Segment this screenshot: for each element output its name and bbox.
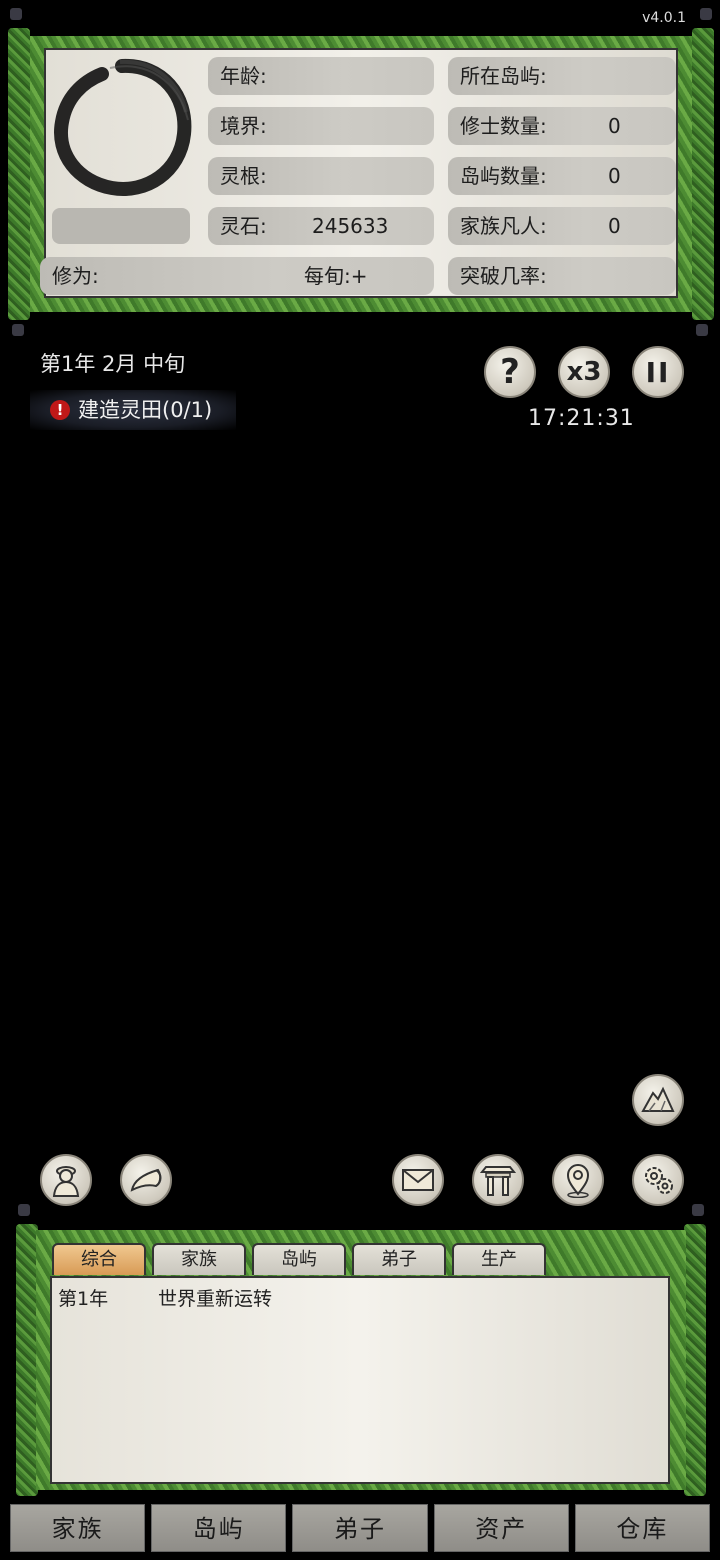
log-entry: 第1年 世界重新运转	[58, 1284, 272, 1311]
shrine-icon	[480, 1166, 516, 1196]
island-field: 所在岛屿:	[448, 57, 676, 95]
tab-general[interactable]: 综合	[52, 1243, 146, 1275]
age-field: 年龄:	[208, 57, 434, 95]
pause-button[interactable]: II	[632, 346, 684, 398]
log-entry-text: 世界重新运转	[158, 1288, 273, 1310]
gear-icon	[645, 1167, 673, 1194]
mountain-button[interactable]	[632, 1074, 684, 1126]
bottom-nav: 家族 岛屿 弟子 资产 仓库	[10, 1504, 711, 1554]
mortals-value: 0	[608, 214, 621, 238]
tab-islands[interactable]: 岛屿	[252, 1243, 346, 1275]
real-time-clock: 17:21:31	[528, 406, 635, 431]
shrine-button[interactable]	[472, 1154, 524, 1206]
event-log[interactable]: 第1年 世界重新运转	[50, 1276, 670, 1484]
nav-family[interactable]: 家族	[10, 1504, 146, 1552]
age-label: 年龄:	[220, 64, 267, 88]
pause-icon: II	[645, 355, 671, 389]
version-label: v4.0.1	[642, 10, 686, 26]
realm-field: 境界:	[208, 107, 434, 145]
log-tabs: 综合 家族 岛屿 弟子 生产	[52, 1243, 546, 1275]
horn-button[interactable]	[120, 1154, 172, 1206]
mortals-field: 家族凡人: 0	[448, 207, 676, 245]
spirit-stones-label: 灵石:	[220, 214, 267, 238]
nav-islands[interactable]: 岛屿	[151, 1504, 287, 1552]
quest-tracker[interactable]: ! 建造灵田(0/1)	[30, 390, 237, 430]
map-pin-icon	[566, 1164, 590, 1198]
spirit-root-field: 灵根:	[208, 157, 434, 195]
tab-production[interactable]: 生产	[452, 1243, 546, 1275]
spirit-stones-field: 灵石: 245633	[208, 207, 434, 245]
tab-family[interactable]: 家族	[152, 1243, 246, 1275]
help-icon: ?	[500, 352, 520, 392]
scroll-rod-left	[16, 1204, 38, 1496]
alert-icon: !	[50, 400, 70, 420]
map-button[interactable]	[552, 1154, 604, 1206]
mail-button[interactable]	[392, 1154, 444, 1206]
help-button[interactable]: ?	[484, 346, 536, 398]
mail-icon	[402, 1169, 434, 1191]
cultivators-label: 修士数量:	[460, 114, 547, 138]
quest-text: 建造灵田(0/1)	[78, 398, 213, 422]
realm-label: 境界:	[220, 114, 267, 138]
character-icon	[52, 1166, 80, 1197]
breakthrough-label: 突破几率:	[460, 264, 547, 288]
portrait-enso-icon[interactable]	[50, 56, 194, 200]
mortals-label: 家族凡人:	[460, 214, 547, 238]
islands-count-value: 0	[608, 164, 621, 188]
islands-count-field: 岛屿数量: 0	[448, 157, 676, 195]
mountain-icon	[641, 1086, 675, 1112]
islands-count-label: 岛屿数量:	[460, 164, 547, 188]
island-label: 所在岛屿:	[460, 64, 547, 88]
log-entry-year: 第1年	[58, 1288, 109, 1310]
spirit-root-label: 灵根:	[220, 164, 267, 188]
settings-button[interactable]	[632, 1154, 684, 1206]
character-name-box	[52, 208, 190, 244]
character-button[interactable]	[40, 1154, 92, 1206]
speed-button[interactable]: x3	[558, 346, 610, 398]
spirit-stones-value: 245633	[312, 214, 389, 238]
nav-assets[interactable]: 资产	[433, 1504, 569, 1552]
horn-icon	[130, 1168, 162, 1192]
cultivators-value: 0	[608, 114, 621, 138]
per-period-label: 每旬:+	[304, 264, 368, 288]
tab-disciples[interactable]: 弟子	[352, 1243, 446, 1275]
scroll-rod-right	[684, 1204, 706, 1496]
breakthrough-field: 突破几率:	[448, 257, 676, 295]
scroll-rod-right	[692, 8, 714, 336]
cultivation-field: 修为: 每旬:+	[40, 257, 434, 295]
cultivators-field: 修士数量: 0	[448, 107, 676, 145]
nav-warehouse[interactable]: 仓库	[574, 1504, 711, 1552]
cultivation-label: 修为:	[52, 264, 99, 288]
speed-label: x3	[566, 357, 602, 387]
game-date: 第1年 2月 中旬	[40, 352, 186, 376]
nav-disciples[interactable]: 弟子	[292, 1504, 428, 1552]
scroll-rod-left	[8, 8, 30, 336]
